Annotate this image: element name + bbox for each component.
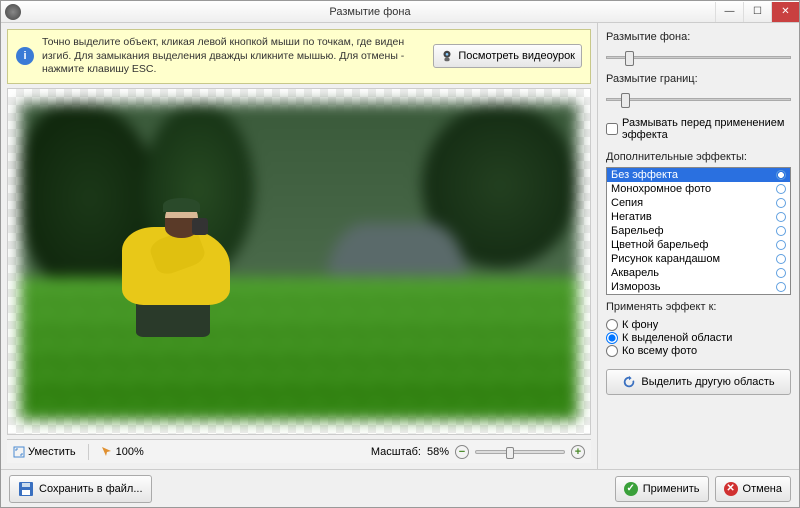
refresh-icon (622, 375, 636, 389)
blur-bg-label: Размытие фона: (606, 31, 791, 43)
effect-item-label: Барельеф (611, 225, 664, 237)
radio-icon (776, 254, 786, 264)
pre-blur-checkbox[interactable]: Размывать перед применением эффекта (606, 117, 791, 141)
effect-item[interactable]: Рисунок карандашом (607, 252, 790, 266)
minimize-button[interactable]: — (715, 2, 743, 22)
effect-item-label: Сепия (611, 197, 643, 209)
effect-item-label: Негатив (611, 211, 652, 223)
zoom-slider[interactable] (475, 450, 565, 454)
blur-bg-slider[interactable] (606, 47, 791, 67)
fit-label: Уместить (28, 446, 76, 458)
cursor-icon (101, 446, 113, 458)
hint-bar: i Точно выделите объект, кликая левой кн… (7, 29, 591, 84)
effects-label: Дополнительные эффекты: (606, 151, 791, 163)
effect-item[interactable]: Акварель (607, 266, 790, 280)
effect-item-label: Цветной барельеф (611, 239, 708, 251)
hundred-percent-button[interactable]: 100% (101, 446, 144, 458)
apply-to-label-text: К фону (622, 319, 658, 331)
blur-edges-slider[interactable] (606, 89, 791, 109)
check-icon: ✓ (624, 482, 638, 496)
radio-icon (776, 184, 786, 194)
save-to-file-label: Сохранить в файл... (39, 483, 143, 495)
effect-item[interactable]: Барельеф (607, 224, 790, 238)
save-to-file-button[interactable]: Сохранить в файл... (9, 475, 152, 503)
image-canvas[interactable] (7, 88, 591, 435)
pre-blur-checkbox-label: Размывать перед применением эффекта (622, 117, 791, 141)
cancel-icon: ✕ (724, 482, 738, 496)
fit-button[interactable]: Уместить (13, 446, 76, 458)
apply-to-option[interactable]: К фону (606, 319, 791, 331)
floppy-icon (18, 481, 34, 497)
hundred-percent-label: 100% (116, 446, 144, 458)
effect-item-label: Без эффекта (611, 169, 678, 181)
radio-icon (776, 282, 786, 292)
radio-icon (776, 240, 786, 250)
radio-icon (776, 198, 786, 208)
apply-to-radio[interactable] (606, 345, 618, 357)
effect-item[interactable]: Цветной барельеф (607, 238, 790, 252)
canvas-statusbar: Уместить 100% Масштаб: 58% − + (7, 439, 591, 463)
apply-to-radio[interactable] (606, 332, 618, 344)
apply-to-label: Применять эффект к: (606, 301, 791, 313)
footer: Сохранить в файл... ✓ Применить ✕ Отмена (1, 469, 799, 507)
effect-item-label: Рисунок карандашом (611, 253, 720, 265)
pre-blur-checkbox-input[interactable] (606, 123, 618, 135)
close-button[interactable]: ✕ (771, 2, 799, 22)
apply-label: Применить (643, 483, 700, 495)
scale-label: Масштаб: (371, 446, 421, 458)
webcam-icon (440, 49, 454, 63)
apply-to-option[interactable]: Ко всему фото (606, 345, 791, 357)
preview-image (20, 103, 579, 420)
hint-text: Точно выделите объект, кликая левой кноп… (42, 36, 425, 77)
reselect-area-label: Выделить другую область (641, 376, 774, 388)
radio-icon (776, 212, 786, 222)
watch-video-label: Посмотреть видеоурок (458, 50, 575, 62)
zoom-in-button[interactable]: + (571, 445, 585, 459)
effect-item-label: Монохромное фото (611, 183, 711, 195)
radio-icon (776, 170, 786, 180)
fit-icon (13, 446, 25, 458)
radio-icon (776, 268, 786, 278)
apply-to-label-text: К выделеной области (622, 332, 732, 344)
blur-edges-label: Размытие границ: (606, 73, 791, 85)
effect-item[interactable]: Монохромное фото (607, 182, 790, 196)
effect-item-label: Акварель (611, 267, 659, 279)
window-title: Размытие фона (25, 6, 715, 18)
apply-button[interactable]: ✓ Применить (615, 476, 709, 502)
effect-item[interactable]: Сепия (607, 196, 790, 210)
titlebar: Размытие фона — ☐ ✕ (1, 1, 799, 23)
effect-item[interactable]: Негатив (607, 210, 790, 224)
effect-item[interactable]: Без эффекта (607, 168, 790, 182)
apply-to-option[interactable]: К выделеной области (606, 332, 791, 344)
effect-item-label: Изморозь (611, 281, 661, 293)
scale-value: 58% (427, 446, 449, 458)
info-icon: i (16, 47, 34, 65)
settings-panel: Размытие фона: Размытие границ: Размыват… (597, 23, 799, 469)
zoom-out-button[interactable]: − (455, 445, 469, 459)
apply-to-radio[interactable] (606, 319, 618, 331)
reselect-area-button[interactable]: Выделить другую область (606, 369, 791, 395)
radio-icon (776, 226, 786, 236)
effect-item[interactable]: Изморозь (607, 280, 790, 294)
watch-video-button[interactable]: Посмотреть видеоурок (433, 44, 582, 68)
effects-listbox[interactable]: Без эффекта Монохромное фото Сепия Негатив Б… (606, 167, 791, 295)
maximize-button[interactable]: ☐ (743, 2, 771, 22)
cancel-label: Отмена (743, 483, 782, 495)
cancel-button[interactable]: ✕ Отмена (715, 476, 791, 502)
app-icon (5, 4, 21, 20)
apply-to-label-text: Ко всему фото (622, 345, 697, 357)
